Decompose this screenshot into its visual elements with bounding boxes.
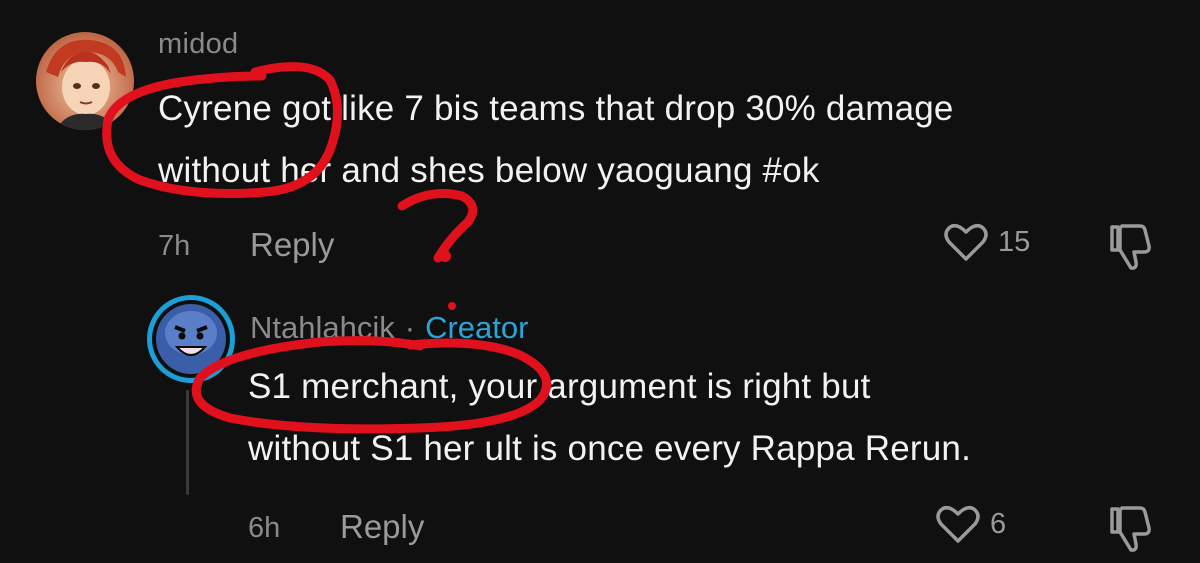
- dislike-button-2[interactable]: [1108, 504, 1154, 559]
- thread-line: [186, 390, 189, 495]
- question-mark-dot: [439, 250, 451, 262]
- thumbs-down-icon: [1110, 224, 1151, 270]
- like-count: 6: [990, 507, 1007, 540]
- comment-username[interactable]: midod: [158, 28, 239, 61]
- comment-thread: midod Cyrene got like 7 bis teams that d…: [0, 0, 1200, 563]
- avatar[interactable]: [36, 32, 134, 130]
- comment-body: Cyrene got like 7 bis teams that drop 30…: [158, 78, 954, 202]
- thumbs-down-icon: [1110, 506, 1151, 552]
- reply-header: Ntahlahcik · Creator: [250, 310, 528, 346]
- heart-icon: [936, 506, 980, 543]
- heart-icon: [944, 224, 988, 261]
- separator-dot: ·: [404, 310, 416, 345]
- like-button[interactable]: 15: [944, 222, 1030, 262]
- reply-body: S1 merchant, your argument is right but …: [248, 356, 971, 480]
- reply-button-2[interactable]: Reply: [340, 508, 424, 546]
- dislike-button[interactable]: [1108, 222, 1154, 277]
- like-count: 15: [998, 225, 1031, 258]
- annotation-dot: [448, 302, 456, 310]
- reply-line: without S1 her ult is once every Rappa R…: [248, 429, 971, 468]
- reply-line: S1 merchant, your argument is right but: [248, 367, 871, 406]
- like-button-2[interactable]: 6: [936, 504, 1006, 544]
- comment-timestamp: 7h: [158, 230, 191, 262]
- question-mark-stroke: [397, 189, 478, 263]
- creator-badge: Creator: [425, 310, 529, 345]
- reply-timestamp: 6h: [248, 512, 281, 544]
- reply-username[interactable]: Ntahlahcik: [250, 310, 395, 346]
- comment-line: Cyrene got like 7 bis teams that drop 30…: [158, 89, 954, 128]
- creator-avatar[interactable]: [145, 293, 237, 385]
- comment-line: without her and shes below yaoguang #ok: [158, 151, 820, 190]
- reply-button[interactable]: Reply: [250, 226, 334, 264]
